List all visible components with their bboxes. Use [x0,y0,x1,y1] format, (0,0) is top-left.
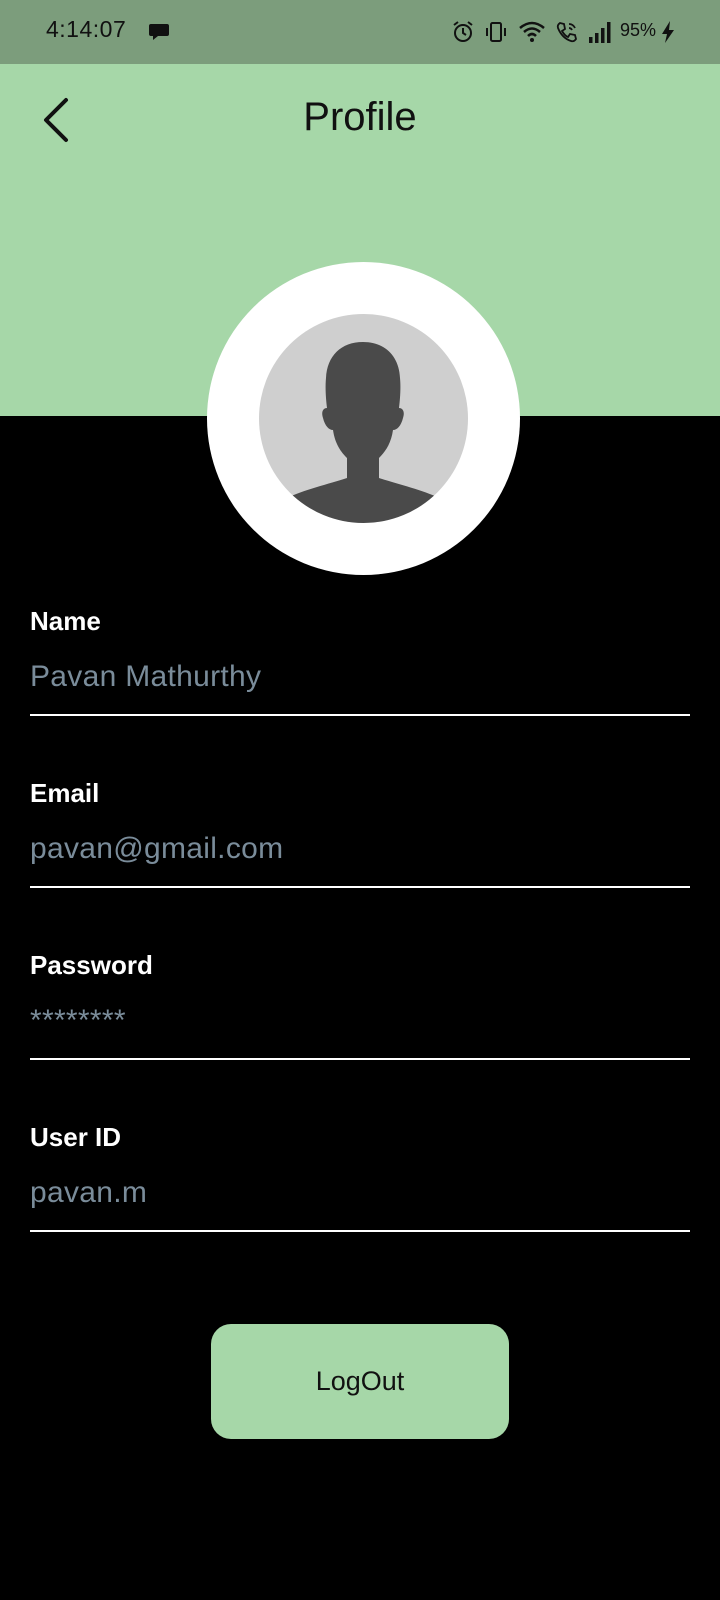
battery-charging-icon [662,21,674,43]
alarm-icon [453,21,473,42]
message-icon [149,24,169,40]
email-underline [30,886,690,888]
avatar[interactable] [207,262,520,575]
wifi-calling-icon [556,22,577,43]
signal-icon [589,22,611,43]
person-silhouette-icon [287,342,439,523]
email-label: Email [30,778,100,808]
email-value[interactable]: pavan@gmail.com [30,832,283,866]
wifi-icon [519,21,545,42]
status-time: 4:14:07 [46,16,127,42]
logout-button[interactable]: LogOut [211,1324,509,1439]
password-underline [30,1058,690,1060]
battery-percent: 95% [620,20,657,40]
name-underline [30,714,690,716]
user-id-label: User ID [30,1122,122,1152]
name-label: Name [30,606,101,636]
vibrate-icon [486,22,506,42]
user-id-value[interactable]: pavan.m [30,1176,147,1210]
password-label: Password [30,950,153,980]
password-value[interactable]: ******** [30,1004,126,1038]
page-title: Profile [303,95,417,139]
user-id-underline [30,1230,690,1232]
profile-screen: 4:14:07 95% Profile Name Pavan Mathurthy… [0,0,720,1600]
status-bar: 4:14:07 95% [0,0,720,64]
avatar-image [259,314,468,523]
name-value[interactable]: Pavan Mathurthy [30,660,261,694]
